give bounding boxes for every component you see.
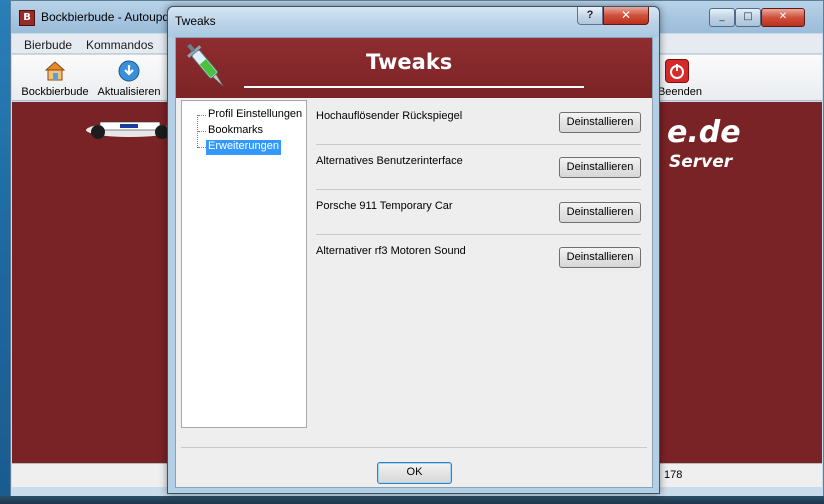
dialog-title: Tweaks: [175, 14, 216, 28]
tree-connector: [198, 115, 206, 116]
menu-kommandos[interactable]: Kommandos: [86, 38, 153, 52]
tweak-row: Alternatives Benutzerinterface Deinstall…: [316, 145, 641, 190]
dialog-title-bar: Tweaks ? ✕: [168, 7, 659, 37]
main-close-button[interactable]: ✕: [761, 8, 805, 27]
menu-bierbude[interactable]: Bierbude: [24, 38, 72, 52]
uninstall-button[interactable]: Deinstallieren: [559, 157, 641, 178]
minimize-button[interactable]: _: [709, 8, 735, 27]
tree-item-profil-einstellungen[interactable]: Profil Einstellungen: [206, 108, 304, 123]
dialog-close-button[interactable]: ✕: [603, 7, 649, 25]
tree-item-bookmarks[interactable]: Bookmarks: [206, 124, 265, 139]
power-icon: [665, 59, 689, 83]
tweak-label: Hochauflösender Rückspiegel: [316, 110, 463, 122]
maximize-button[interactable]: □: [735, 8, 761, 27]
tweaks-dialog: Tweaks ? ✕ Tweaks Profil Einstellungen B…: [167, 6, 660, 494]
help-button[interactable]: ?: [577, 7, 603, 25]
uninstall-button[interactable]: Deinstallieren: [559, 112, 641, 133]
home-icon: [43, 59, 67, 83]
tree-item-erweiterungen[interactable]: Erweiterungen: [206, 140, 281, 155]
uninstall-button[interactable]: Deinstallieren: [559, 247, 641, 268]
tree-connector: [198, 147, 206, 148]
tweak-label: Porsche 911 Temporary Car: [316, 200, 453, 212]
dialog-header: Tweaks: [176, 38, 652, 98]
header-underline: [244, 86, 584, 88]
settings-tree[interactable]: Profil Einstellungen Bookmarks Erweiteru…: [181, 100, 307, 428]
ok-button[interactable]: OK: [377, 462, 452, 484]
app-icon: B: [19, 10, 35, 26]
tweak-row: Alternativer rf3 Motoren Sound Deinstall…: [316, 235, 641, 280]
toolbar-bockbierbude-button[interactable]: Bockbierbude: [20, 59, 90, 98]
race-car-image: [86, 121, 174, 139]
footer-separator: [181, 447, 647, 448]
status-value: 178: [664, 469, 683, 481]
tweak-row: Hochauflösender Rückspiegel Deinstallier…: [316, 100, 641, 145]
toolbar-aktualisieren-button[interactable]: Aktualisieren: [96, 59, 162, 98]
banner-server-text: Server: [669, 152, 733, 172]
taskbar: [0, 496, 824, 504]
banner-domain-text: e.de: [667, 115, 741, 150]
refresh-icon: [117, 59, 141, 83]
tweak-row: Porsche 911 Temporary Car Deinstallieren: [316, 190, 641, 235]
syringe-icon: [187, 43, 224, 87]
dialog-header-title: Tweaks: [366, 50, 453, 74]
toolbar-aktualisieren-label: Aktualisieren: [97, 86, 161, 98]
toolbar-bockbierbude-label: Bockbierbude: [21, 86, 89, 98]
dialog-client-area: Tweaks Profil Einstellungen Bookmarks Er…: [175, 37, 653, 488]
tree-connector: [198, 131, 206, 132]
uninstall-button[interactable]: Deinstallieren: [559, 202, 641, 223]
main-window-title: Bockbierbude - Autoupdate: [41, 10, 169, 24]
tweak-label: Alternativer rf3 Motoren Sound: [316, 245, 466, 257]
tweak-label: Alternatives Benutzerinterface: [316, 155, 463, 167]
